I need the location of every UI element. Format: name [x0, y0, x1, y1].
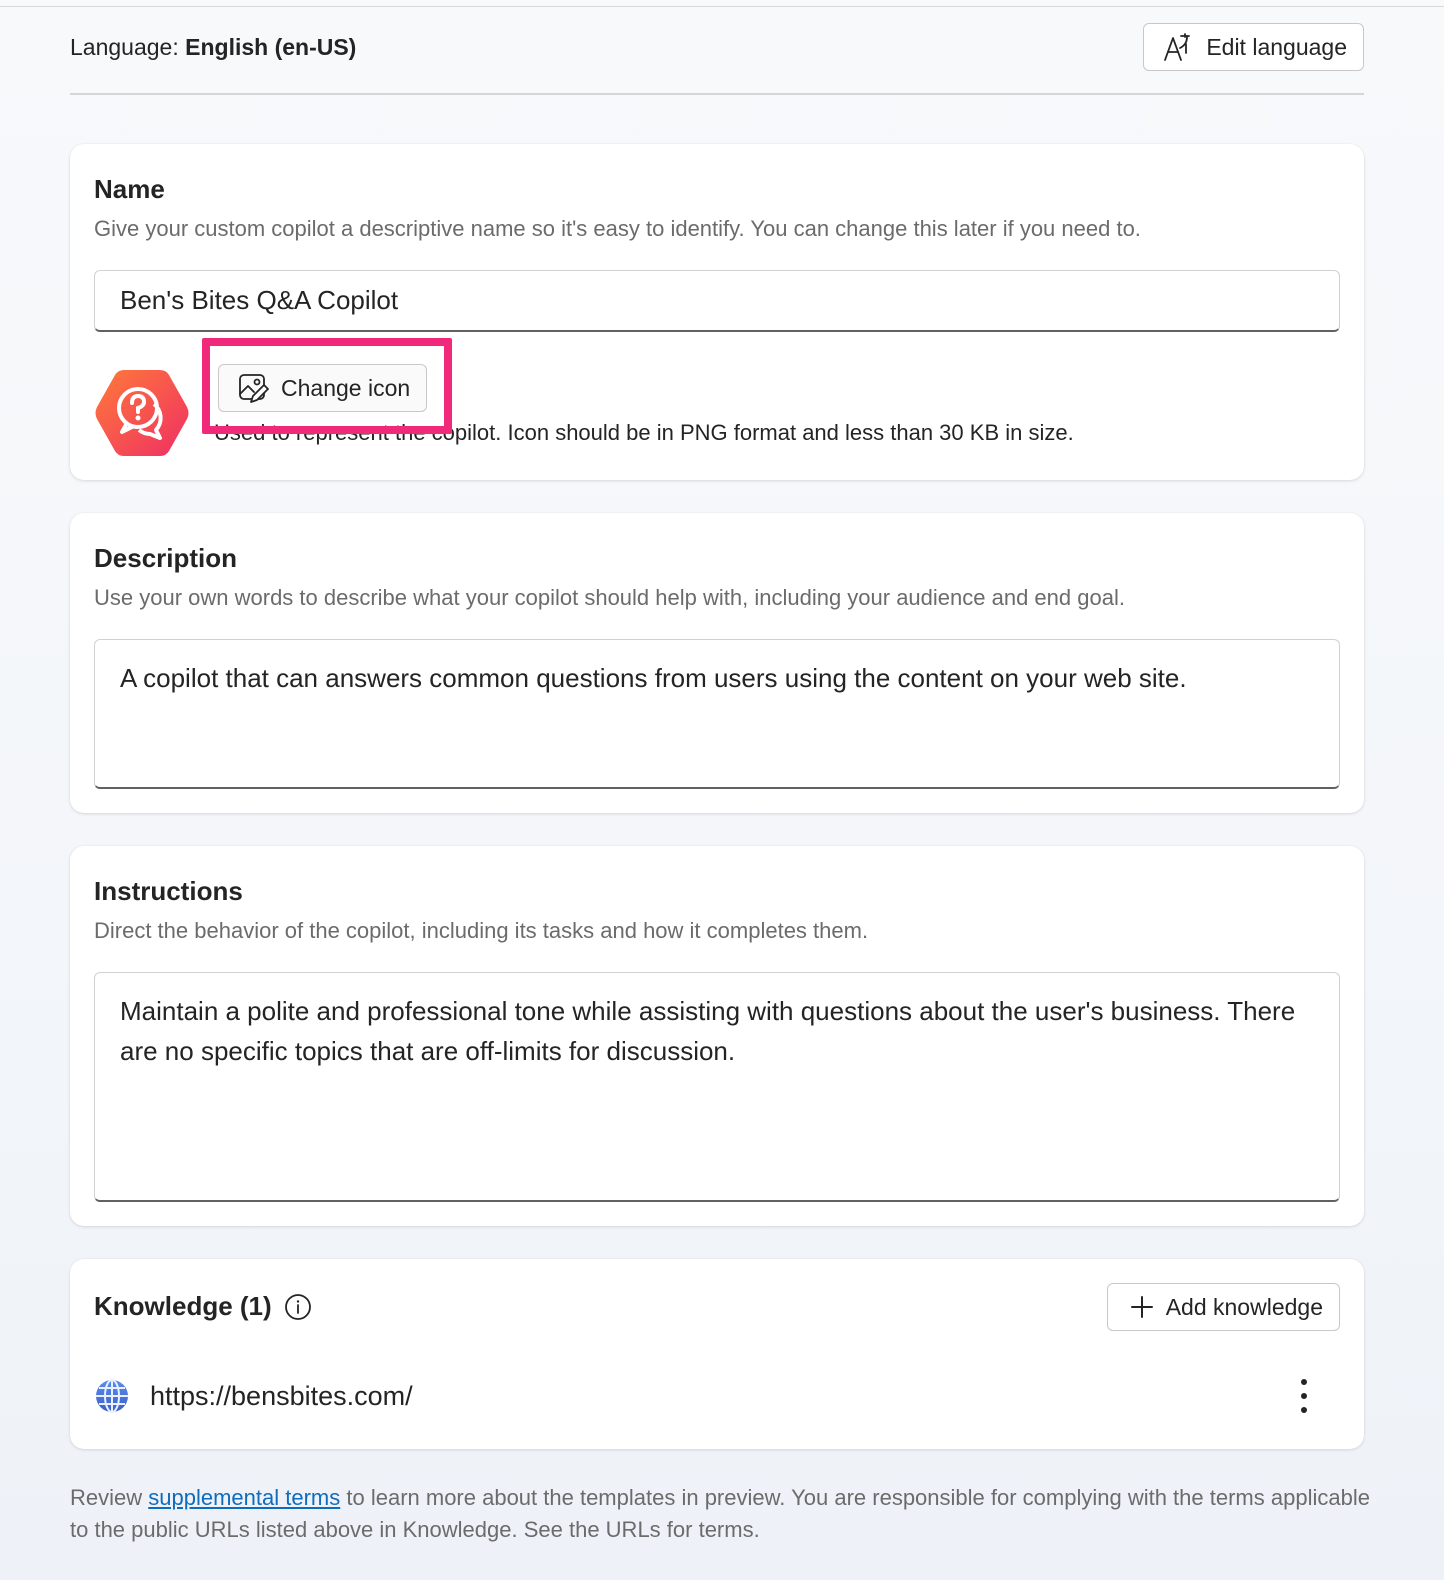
add-knowledge-button[interactable]: Add knowledge [1106, 1283, 1340, 1331]
name-card: Name Give your custom copilot a descript… [70, 144, 1364, 480]
name-subtitle: Give your custom copilot a descriptive n… [94, 216, 1141, 241]
knowledge-header: Knowledge (1) [94, 1291, 312, 1322]
language-row: Language: English (en-US) Edit language [70, 22, 1364, 72]
language-value: English (en-US) [185, 33, 357, 60]
instructions-card: Instructions Direct the behavior of the … [70, 846, 1364, 1226]
top-divider [0, 6, 1444, 7]
description-textarea[interactable]: A copilot that can answers common questi… [94, 639, 1340, 789]
description-subtitle: Use your own words to describe what your… [94, 585, 1125, 610]
name-title: Name [94, 174, 165, 204]
knowledge-title: Knowledge (1) [94, 1291, 272, 1321]
instructions-textarea[interactable]: Maintain a polite and professional tone … [94, 972, 1340, 1202]
language-label: Language: English (en-US) [70, 33, 357, 60]
change-icon-highlight: Change icon [202, 338, 452, 434]
edit-image-icon [239, 374, 269, 403]
knowledge-item[interactable]: https://bensbites.com/ [94, 1371, 1340, 1421]
instructions-value: Maintain a polite and professional tone … [120, 996, 1296, 1066]
plus-icon [1130, 1296, 1153, 1318]
change-icon-button[interactable]: Change icon [218, 364, 428, 412]
description-value: A copilot that can answers common questi… [120, 663, 1187, 693]
header-divider [70, 93, 1364, 95]
footer-text: Review supplemental terms to learn more … [70, 1485, 1370, 1542]
change-icon-label: Change icon [281, 374, 411, 401]
name-input[interactable]: Ben's Bites Q&A Copilot [94, 270, 1340, 332]
edit-language-label: Edit language [1206, 33, 1347, 60]
knowledge-url: https://bensbites.com/ [150, 1380, 413, 1411]
name-input-value: Ben's Bites Q&A Copilot [120, 285, 399, 315]
add-knowledge-label: Add knowledge [1165, 1293, 1323, 1320]
knowledge-card: Knowledge (1) Add knowledge https://bens… [70, 1259, 1364, 1449]
copilot-avatar-icon [95, 370, 189, 456]
description-card: Description Use your own words to descri… [70, 513, 1364, 813]
translate-icon [1164, 33, 1191, 61]
globe-icon [96, 1379, 128, 1413]
instructions-subtitle: Direct the behavior of the copilot, incl… [94, 918, 869, 943]
info-icon[interactable] [284, 1293, 312, 1321]
instructions-title: Instructions [94, 876, 243, 906]
edit-language-button[interactable]: Edit language [1143, 23, 1364, 71]
description-title: Description [94, 543, 238, 573]
supplemental-terms-link[interactable]: supplemental terms [148, 1485, 340, 1510]
more-options-icon[interactable] [1288, 1379, 1320, 1413]
